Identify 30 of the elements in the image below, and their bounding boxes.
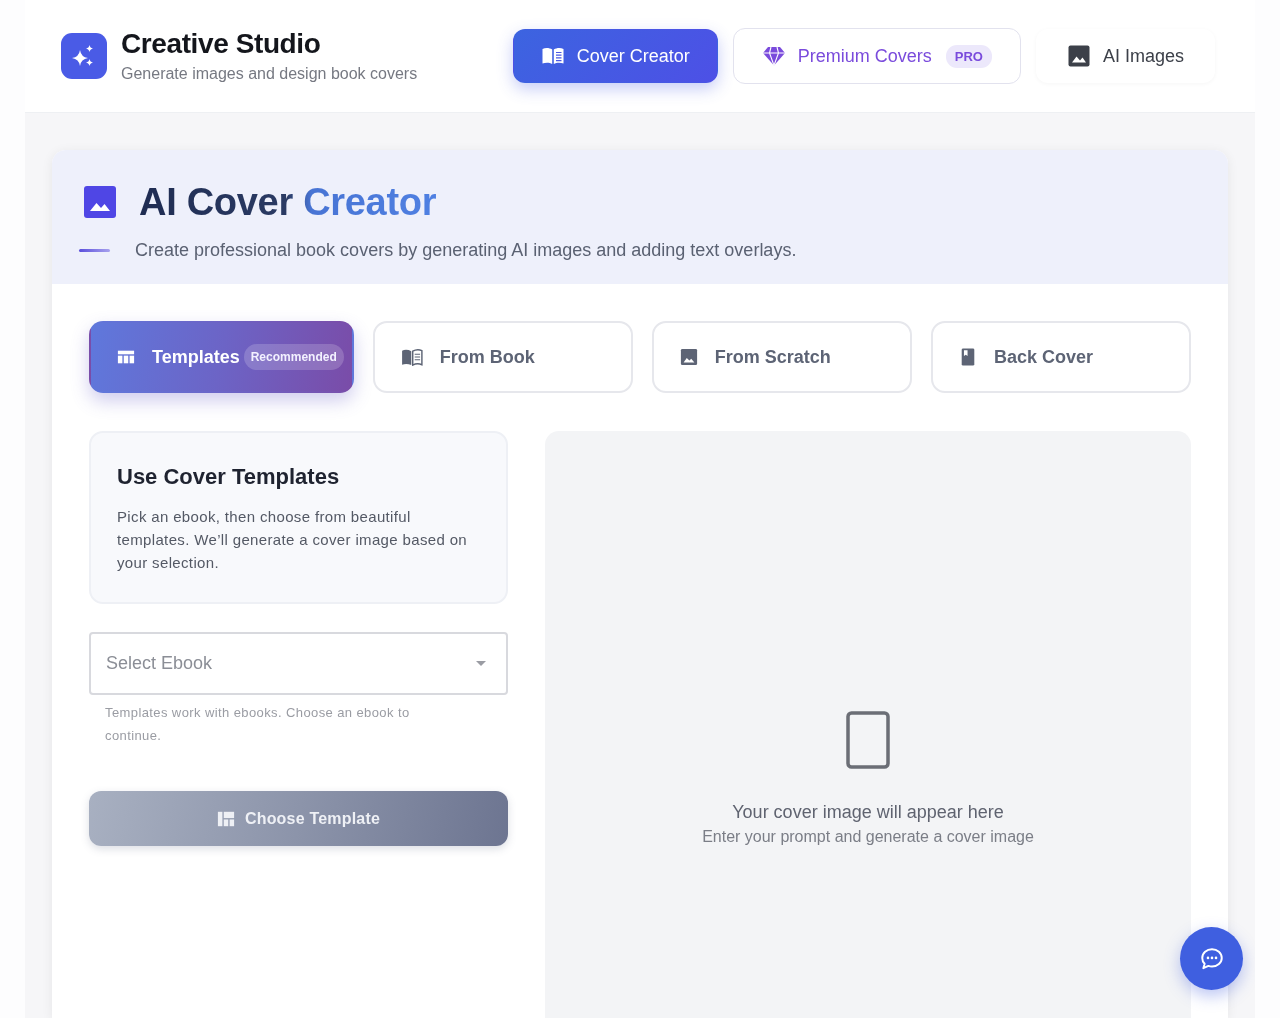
ebook-select[interactable]: Select Ebook bbox=[89, 632, 508, 695]
mode-tab[interactable]: From Book bbox=[372, 321, 633, 393]
page-subtitle: Create professional book covers by generating AI images and adding text overlays. bbox=[135, 239, 797, 262]
mode-tab[interactable]: From Scratch bbox=[651, 321, 912, 393]
accent-line bbox=[79, 248, 110, 252]
nav-tab[interactable]: Premium Covers PRO bbox=[732, 28, 1021, 84]
layout-icon bbox=[216, 809, 235, 828]
gem-icon bbox=[761, 44, 786, 68]
mode-tab[interactable]: Templates Recommended bbox=[89, 321, 354, 393]
nav-tab[interactable]: Cover Creator bbox=[512, 29, 718, 83]
mode-tab[interactable]: Back Cover bbox=[930, 321, 1191, 393]
image-icon bbox=[679, 348, 698, 366]
app-subtitle: Generate images and design book covers bbox=[121, 64, 418, 84]
pro-badge: PRO bbox=[945, 44, 992, 68]
tablet-icon bbox=[846, 711, 890, 769]
info-text: Pick an ebook, then choose from beautiful templates. We’ll generate a cover image based on your selection. bbox=[117, 507, 469, 573]
image-icon bbox=[84, 186, 116, 218]
preview-hint: Enter your prompt and generate a cover image bbox=[702, 827, 1034, 847]
recommended-badge: Recommended bbox=[243, 344, 344, 370]
helper-text: Templates work with ebooks. Choose an ebook to continue. bbox=[105, 704, 411, 745]
layout-icon bbox=[117, 348, 135, 366]
app-title: Creative Studio bbox=[121, 28, 322, 60]
caret-icon bbox=[476, 661, 486, 666]
info-title: Use Cover Templates bbox=[117, 463, 341, 491]
sparkles-icon bbox=[61, 33, 107, 79]
preview-title: Your cover image will appear here bbox=[732, 801, 1004, 824]
image-icon bbox=[1066, 44, 1091, 68]
nav-tab[interactable]: AI Images bbox=[1035, 29, 1215, 83]
open-book-icon bbox=[400, 348, 423, 366]
chat-bubble-icon bbox=[1198, 945, 1225, 972]
